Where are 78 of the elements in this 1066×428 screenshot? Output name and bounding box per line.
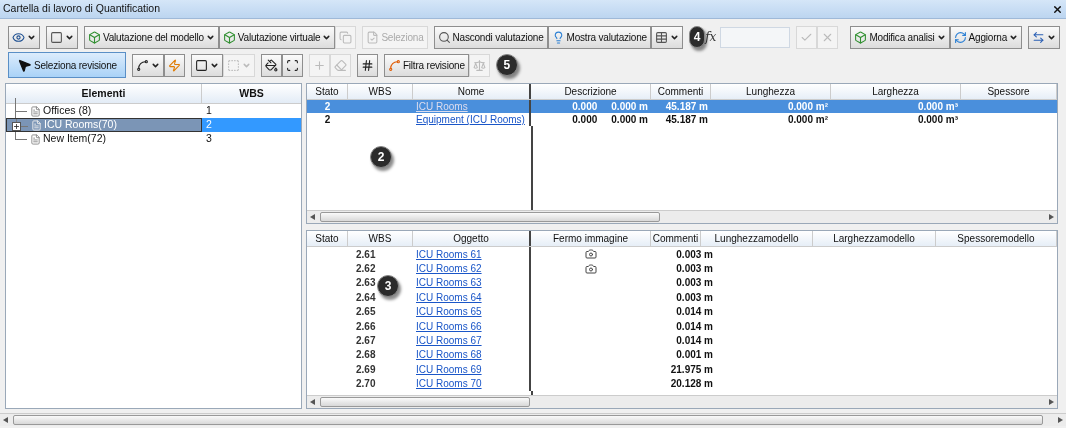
callout-badge: 5 [495,54,518,76]
table-cell-text: 0.000 [572,113,598,127]
table-cell: 2.64 [356,291,376,303]
table-cell: 2.65 [356,306,376,318]
table-cell-text: 0.014 m [675,305,713,320]
column-header[interactable]: Commenti [651,84,711,99]
object-link[interactable]: ICU Rooms 63 [416,275,482,291]
table-cell-text: 2 [323,113,332,126]
column-header[interactable]: Lunghezza [711,84,831,99]
toolbar-button[interactable]: Seleziona revisione [8,52,126,78]
column-header[interactable]: Lunghezzamodello [701,231,813,246]
column-header[interactable]: Descrizione [531,84,651,99]
column-header[interactable]: WBS [348,84,413,99]
toolbar-button[interactable]: Valutazione del modello [84,25,219,49]
table-cell-text: 0.000 [572,100,598,114]
table-cell: 2.63 [356,277,376,289]
toolbar-button[interactable]: Modifica analisi [850,25,950,49]
object-link[interactable]: ICU Rooms 69 [416,361,482,377]
column-header[interactable]: Oggetto [413,231,531,246]
column-header[interactable]: Fermo immagine [531,231,651,246]
table-cell-text: 0.000 m [611,100,648,114]
formula-label: fx [705,29,717,46]
object-link[interactable]: ICU Rooms 62 [416,261,482,277]
column-header[interactable]: Stato [307,231,348,246]
wbs-cell: 2 [202,118,301,132]
table-cell-text: 0.003 m [675,276,713,291]
table-cell-text: 0.000 m³ [916,113,959,126]
object-link[interactable]: ICU Rooms 68 [416,347,482,363]
table-cell-text: 0.014 m [675,319,713,334]
toolbar-button[interactable]: Filtra revisione [383,53,469,77]
column-header[interactable]: Larghezzamodello [813,231,936,246]
table-cell: 2.69 [356,363,376,375]
table-cell-text: 0.003 m [675,247,713,262]
toolbar-button[interactable]: Nascondi valutazione [433,25,548,49]
table-cell: 2.70 [356,378,376,390]
toolbar-button[interactable]: Aggiorna [949,25,1022,49]
wbs-cell-text: 1 [205,104,213,118]
object-link[interactable]: ICU Rooms 65 [416,304,482,320]
object-link[interactable]: ICU Rooms 64 [416,289,482,305]
tree-item[interactable]: Offices (8) [43,103,92,119]
table-cell-text: 45.187 m [664,100,709,113]
table-cell: 2.61 [356,248,376,260]
table-cell-text: 0.000 m³ [916,100,959,113]
table-cell-text: 0.000 m² [786,113,829,126]
wbs-cell-text: 3 [205,132,213,146]
table-cell-text: 45.187 m [664,113,709,126]
table-cell-text: 2 [323,100,332,113]
table-cell-text: 21.975 m [669,362,713,377]
tree-item[interactable]: New Item(72) [43,131,106,147]
callout-badge: 4 [688,26,706,48]
column-header[interactable]: WBS [348,231,413,246]
table-cell: 2.62 [356,263,376,275]
column-header[interactable]: Commenti [651,231,701,246]
column-header[interactable]: Stato [307,84,348,99]
callout-badge: 2 [370,146,392,168]
table-cell: 2.66 [356,320,376,332]
table-cell-text: 20.128 m [669,377,713,392]
column-header[interactable]: Spessore [961,84,1057,99]
object-link[interactable]: ICU Rooms 67 [416,333,482,349]
object-link[interactable]: ICU Rooms 61 [416,246,482,262]
object-link[interactable]: ICU Rooms 70 [416,376,482,392]
object-link[interactable]: ICU Rooms 66 [416,318,482,334]
table-cell-text: 0.001 m [675,348,713,363]
table-cell-text: 0.000 m [611,113,648,127]
table-cell: 2.67 [356,335,376,347]
column-header[interactable]: WBS [202,84,301,103]
table-cell-text: 0.014 m [675,334,713,349]
toolbar-button[interactable]: Mostra valutazione [547,25,651,49]
toolbar-button[interactable]: Valutazione virtuale [218,25,336,49]
callout-badge: 3 [377,275,399,297]
table-cell-text: 0.003 m [675,262,713,277]
table-cell-text: 0.000 m² [786,100,829,113]
window-title: Cartella di lavoro di Quantification [3,1,160,17]
table-cell: 2.68 [356,349,376,361]
column-header[interactable]: Spessoremodello [936,231,1057,246]
object-link[interactable]: Equipment (ICU Rooms) [416,112,525,127]
column-header[interactable]: Larghezza [831,84,961,99]
table-cell-text: 0.003 m [675,290,713,305]
